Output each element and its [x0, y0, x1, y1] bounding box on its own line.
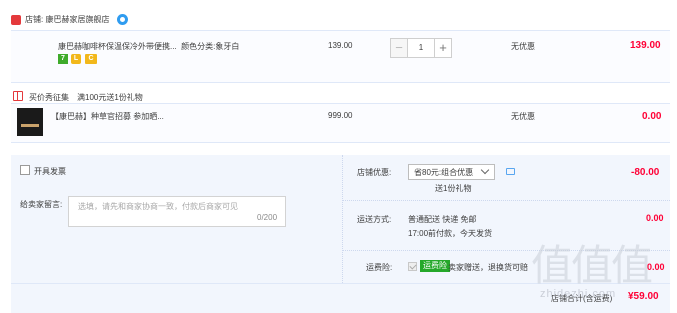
shipping-method: 普通配送 快递 免邮	[408, 215, 477, 224]
gift-rule: 满100元送1份礼物	[77, 93, 143, 102]
quantity-increase-button[interactable]: +	[434, 38, 452, 58]
watermark: 值值值	[531, 241, 653, 290]
item-thumbnail[interactable]	[17, 108, 43, 136]
shipping-cost: 0.00	[646, 213, 664, 223]
gift-item-promo: 无优惠	[511, 112, 535, 121]
credit-card-icon: C	[85, 54, 97, 64]
quantity-input[interactable]: 1	[408, 38, 434, 58]
item-unit-price: 139.00	[328, 41, 353, 50]
item-title-text[interactable]: 康巴赫咖啡杯保温保冷外带便携...	[58, 42, 177, 51]
gift-item-subtotal: 0.00	[642, 111, 662, 122]
thumbnail-decoration	[21, 124, 39, 127]
coupon-label: 店铺优惠:	[357, 168, 392, 177]
item-spec: 颜色分类:象牙白	[181, 42, 240, 51]
insurance-checkbox	[408, 262, 417, 271]
message-char-count: 0/200	[257, 213, 278, 222]
watermark-url: zhidezhi.com	[540, 288, 617, 300]
gift-section-header: 买价秀征集 满100元送1份礼物	[29, 92, 143, 103]
order-item-row	[11, 30, 670, 83]
insurance-badge: 运费险	[420, 260, 450, 272]
invoice-label[interactable]: 开具发票	[34, 166, 66, 177]
message-placeholder: 选填，请先和商家协商一致，付款后商家可见	[78, 202, 238, 211]
gift-item-price: 999.00	[328, 111, 353, 120]
coupon-gift-note: 送1份礼物	[435, 184, 472, 193]
item-promo: 无优惠	[511, 42, 535, 51]
wangwang-chat-icon[interactable]	[117, 14, 128, 25]
quantity-decrease-button[interactable]: −	[390, 38, 408, 58]
shop-name-link[interactable]: 康巴赫家居旗舰店	[45, 15, 109, 24]
shop-icon	[11, 15, 21, 25]
coupon-discount: -80.00	[631, 167, 660, 178]
gift-item-title[interactable]: 【康巴赫】种草官招募 参加晒...	[51, 111, 164, 122]
shop-label: 店铺:	[25, 15, 46, 24]
order-item-row	[11, 103, 670, 143]
invoice-checkbox[interactable]	[20, 165, 30, 175]
insurance-label: 运费险:	[366, 263, 393, 272]
item-subtotal: 139.00	[630, 40, 661, 51]
service-badge-icon: L	[71, 54, 81, 64]
quantity-stepper: − 1 +	[390, 38, 452, 58]
message-icon[interactable]	[506, 168, 515, 175]
divider	[342, 200, 670, 201]
shipping-label: 运送方式:	[357, 215, 392, 224]
seven-day-return-badge: 7	[58, 54, 68, 64]
shipping-time: 17:00前付款，今天发货	[408, 229, 493, 238]
insurance-description: 卖家赠送，退换货可赔	[448, 263, 528, 272]
item-title[interactable]: 康巴赫咖啡杯保温保冷外带便携... 颜色分类:象牙白	[58, 41, 239, 52]
shop-header: 店铺: 康巴赫家居旗舰店	[25, 14, 109, 25]
coupon-selected-value[interactable]: 省80元:组合优惠	[414, 167, 473, 178]
gift-label: 买价秀征集	[29, 93, 69, 102]
gift-icon	[13, 91, 23, 101]
message-label: 给卖家留言:	[20, 200, 63, 209]
